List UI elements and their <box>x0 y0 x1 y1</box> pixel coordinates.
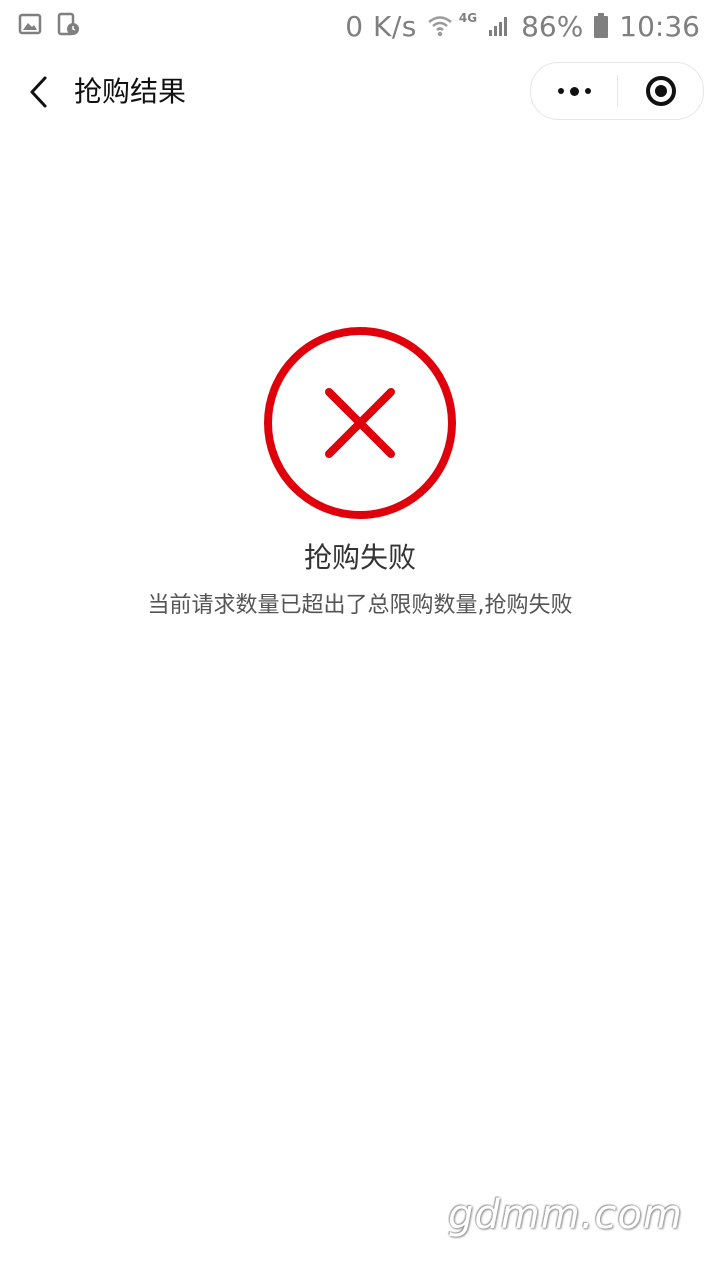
wifi-icon <box>428 16 452 37</box>
clock: 10:36 <box>619 9 700 43</box>
screen-timer-icon <box>57 12 79 36</box>
target-close-icon <box>645 76 676 106</box>
error-x-circle-icon <box>264 327 456 519</box>
more-dots-icon <box>557 86 591 96</box>
status-left <box>18 12 80 36</box>
mini-program-capsule <box>530 62 704 120</box>
signal-icon <box>489 17 508 36</box>
chevron-left-icon <box>30 76 47 108</box>
battery-percent: 86% <box>521 9 584 43</box>
nav-bar: 抢购结果 <box>0 52 720 132</box>
result-message: 当前请求数量已超出了总限购数量,抢购失败 <box>147 593 573 618</box>
network-speed: 0 K/s <box>345 9 417 43</box>
screen: 0 K/s 4G 86% 10:36 抢购结果 抢购失败 当前请求数量已超出了总… <box>0 0 720 1280</box>
back-button[interactable] <box>20 72 56 112</box>
image-icon <box>18 13 42 35</box>
watermark: gdmm.com <box>448 1192 683 1238</box>
status-right: 0 K/s 4G 86% 10:36 <box>345 6 700 46</box>
status-bar: 0 K/s 4G 86% 10:36 <box>0 0 720 50</box>
close-button[interactable] <box>618 63 703 119</box>
more-button[interactable] <box>531 63 617 119</box>
network-type: 4G <box>458 11 478 25</box>
result-title: 抢购失败 <box>303 541 416 574</box>
battery-icon <box>594 13 609 38</box>
page-title: 抢购结果 <box>74 75 187 108</box>
